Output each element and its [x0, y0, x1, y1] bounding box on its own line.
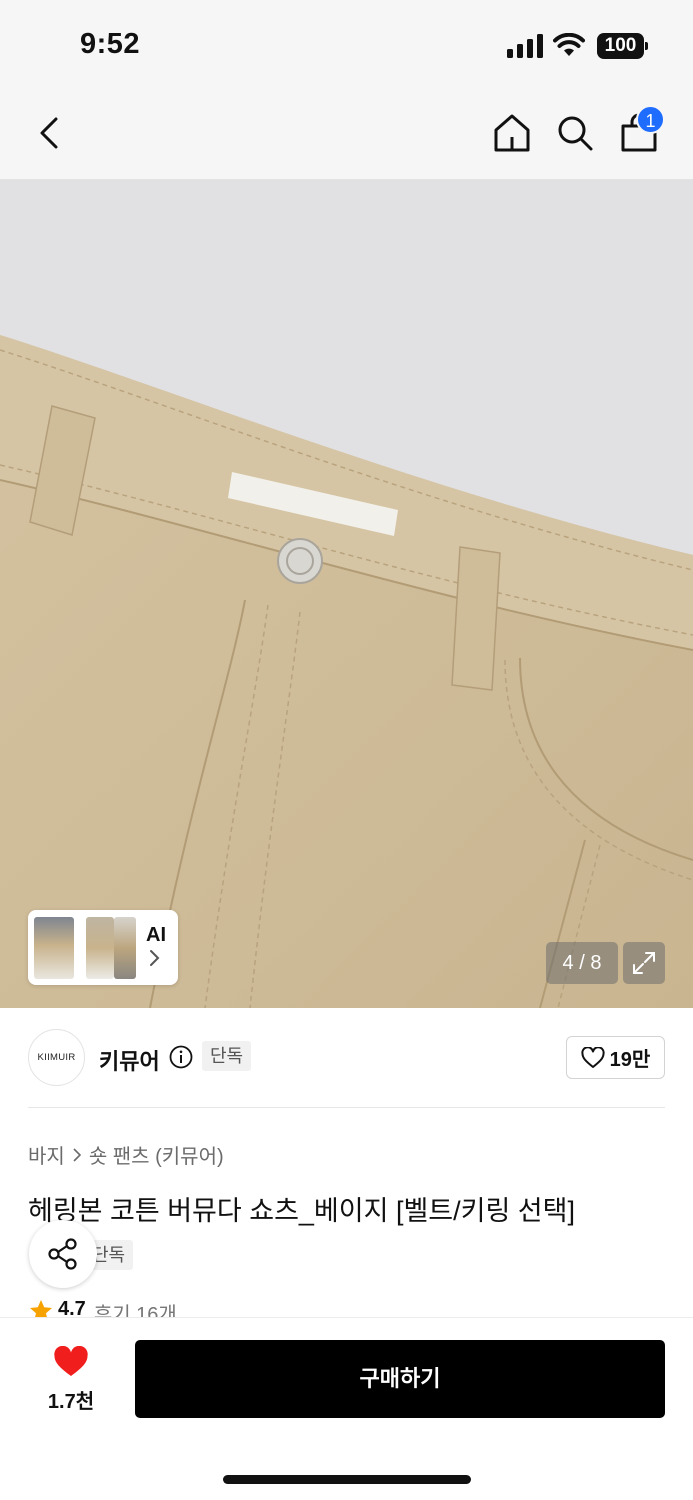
share-icon	[48, 1238, 77, 1270]
home-button[interactable]	[487, 108, 537, 158]
breadcrumb-item[interactable]: 바지	[28, 1140, 65, 1169]
rating-row[interactable]: 4.7 후기 16개	[28, 1298, 177, 1318]
divider	[28, 1107, 665, 1108]
top-nav-bar	[0, 90, 693, 180]
ai-thumbnail	[34, 917, 74, 979]
image-counter: 4 / 8	[546, 942, 618, 984]
home-indicator	[223, 1475, 471, 1484]
home-icon	[494, 114, 530, 152]
share-button[interactable]	[29, 1220, 97, 1288]
exclusive-tag: 단독	[202, 1041, 252, 1071]
star-icon	[30, 1300, 52, 1318]
cart-count-badge: 1	[636, 105, 665, 134]
battery-level: 100	[597, 33, 644, 59]
search-icon	[558, 116, 593, 151]
brand-name[interactable]: 키뮤어	[99, 1044, 160, 1076]
info-icon[interactable]	[169, 1045, 193, 1069]
ai-label: AI	[146, 924, 166, 946]
back-button[interactable]	[24, 108, 74, 158]
product-photo	[0, 180, 693, 1008]
rating-score: 4.7	[58, 1298, 86, 1318]
brand-logo[interactable]: KIIMUIR	[28, 1029, 85, 1086]
battery-indicator: 100	[597, 33, 649, 59]
buy-button[interactable]: 구매하기	[135, 1340, 665, 1418]
chevron-right-icon	[150, 950, 160, 966]
brand-like-button[interactable]: 19만	[566, 1036, 665, 1079]
chevron-right-icon	[73, 1147, 81, 1162]
fullscreen-button[interactable]	[623, 942, 665, 984]
status-bar: 9:52 100	[0, 0, 693, 90]
product-title: 헤링본 코튼 버뮤다 쇼츠_베이지 [벨트/키링 선택]	[28, 1196, 575, 1226]
ai-thumbnail	[86, 917, 114, 979]
wishlist-button[interactable]: 1.7천	[30, 1343, 112, 1415]
status-time: 9:52	[80, 28, 141, 60]
expand-icon	[633, 952, 655, 974]
cellular-signal-icon	[507, 34, 543, 58]
heart-filled-icon	[54, 1345, 88, 1376]
heart-outline-icon	[581, 1046, 605, 1068]
chevron-left-icon	[40, 117, 58, 149]
review-count[interactable]: 후기 16개	[94, 1298, 177, 1318]
brand-like-count: 19만	[609, 1049, 651, 1071]
wifi-icon	[553, 33, 585, 56]
wishlist-count: 1.7천	[47, 1391, 95, 1413]
search-button[interactable]	[550, 108, 600, 158]
breadcrumb-item[interactable]: 숏 팬츠 (키뮤어)	[89, 1140, 224, 1169]
product-image-gallery[interactable]	[0, 180, 693, 1008]
breadcrumb: 바지 숏 팬츠 (키뮤어)	[28, 1140, 224, 1169]
ai-thumbnail	[114, 917, 136, 979]
